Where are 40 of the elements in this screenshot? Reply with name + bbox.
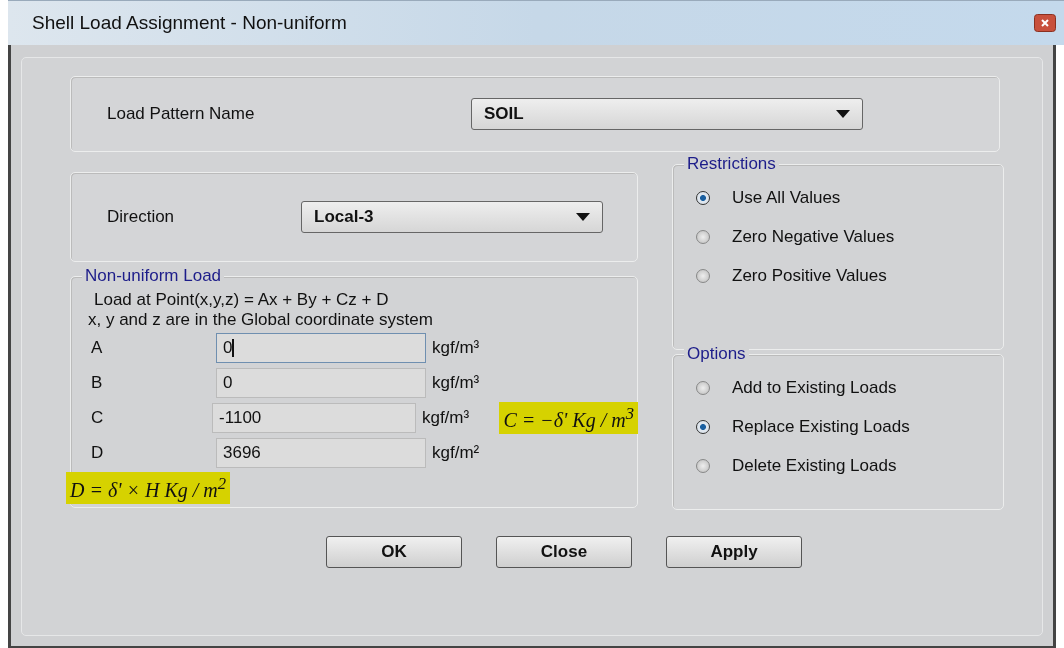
dialog-button[interactable]: OK [326, 536, 462, 568]
window-title: Shell Load Assignment - Non-uniform [32, 12, 347, 34]
coefficient-label: A [91, 338, 104, 358]
formula-annotation: C = −δ' Kg / m$^{3}$ [499, 402, 638, 434]
formula-annotation: D = δ' × H Kg / m$^{2}$ [66, 472, 231, 504]
radio-button[interactable] [696, 419, 710, 434]
formula-text: Load at Point(x,y,z) = Ax + By + Cz + D [94, 290, 390, 310]
radio-button[interactable] [696, 380, 710, 395]
unit-label: kgf/m³ [432, 373, 481, 393]
input-field[interactable]: 0 [216, 333, 426, 363]
radio-button[interactable] [696, 268, 710, 283]
unit-label: kgf/m³ [432, 338, 481, 358]
group-title: Options [684, 344, 749, 364]
radio-label[interactable]: Delete Existing Loads [732, 455, 897, 476]
radio-label[interactable]: Replace Existing Loads [732, 416, 910, 437]
input-field[interactable]: 3696 [216, 438, 426, 468]
unit-label: kgf/m² [432, 443, 481, 463]
radio-label[interactable]: Zero Positive Values [732, 265, 887, 286]
input-field[interactable]: 0 [216, 368, 426, 398]
load-pattern-dropdown[interactable]: SOIL [471, 98, 863, 130]
radio-button[interactable] [696, 190, 710, 205]
coefficient-label: B [91, 373, 104, 393]
radio-button[interactable] [696, 458, 710, 473]
field-label: Load Pattern Name [107, 104, 256, 124]
direction-dropdown[interactable]: Local-3 [301, 201, 603, 233]
radio-label[interactable]: Use All Values [732, 187, 841, 208]
radio-label[interactable]: Zero Negative Values [732, 226, 895, 247]
radio-button[interactable] [696, 229, 710, 244]
field-label: Direction [107, 207, 176, 227]
radio-label[interactable]: Add to Existing Loads [732, 377, 897, 398]
coefficient-label: D [91, 443, 105, 463]
coefficient-label: C [91, 408, 105, 428]
dropdown-arrow-icon [576, 213, 590, 221]
dialog-button[interactable]: Apply [666, 536, 802, 568]
dialog-button[interactable]: Close [496, 536, 632, 568]
input-field[interactable]: -1100 [212, 403, 416, 433]
unit-label: kgf/m³ [421, 408, 471, 428]
note-text: x, y and z are in the Global coordinate system [88, 310, 434, 330]
dropdown-arrow-icon [836, 110, 850, 118]
close-icon[interactable] [1034, 14, 1056, 32]
